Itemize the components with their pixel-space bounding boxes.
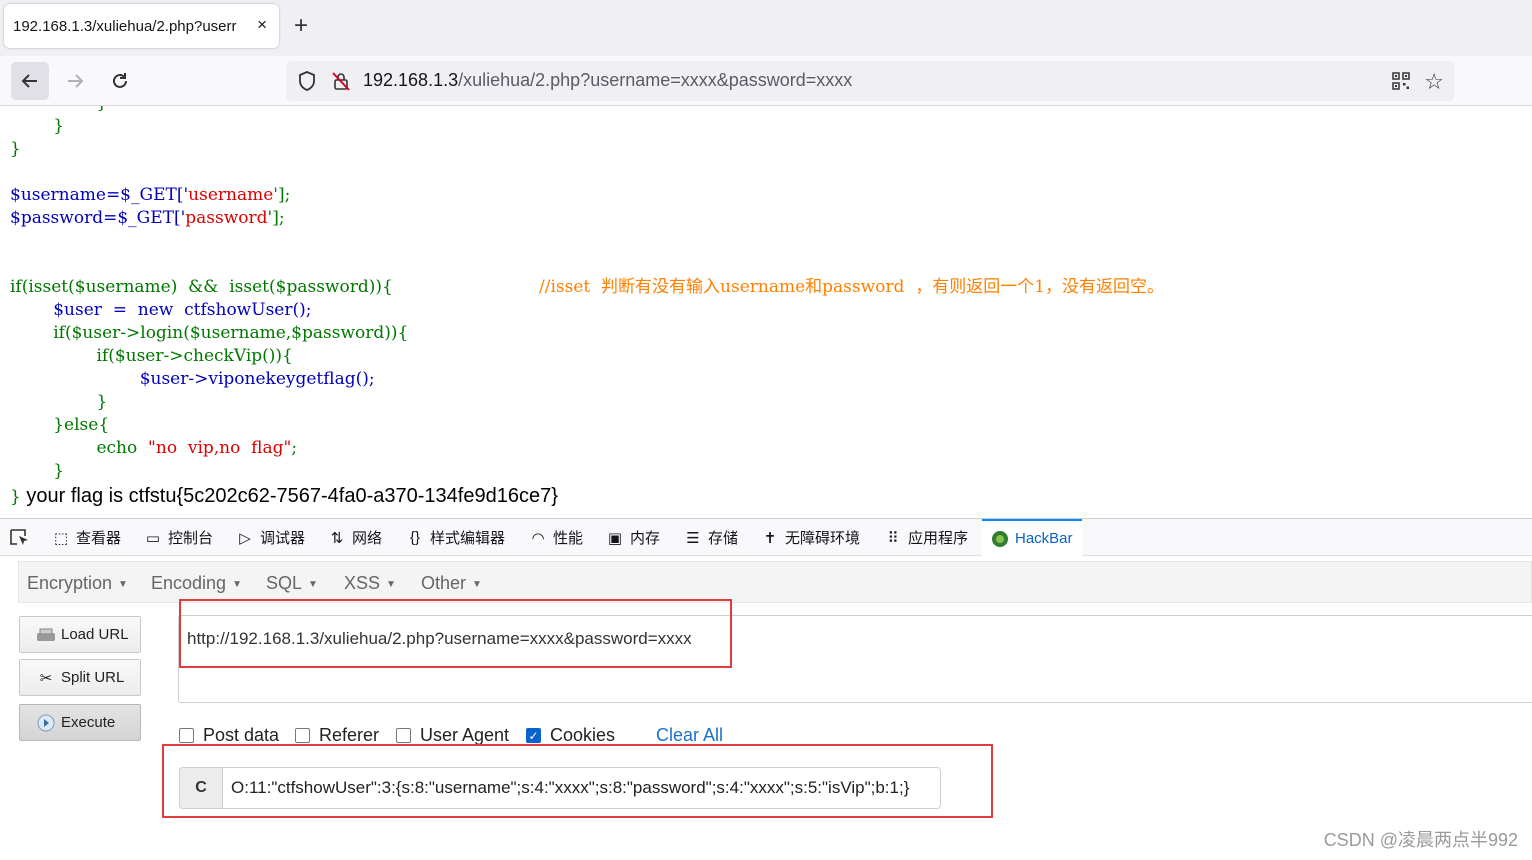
code-line: }	[10, 106, 107, 115]
hackbar-menu: Encryption ▼ Encoding ▼ SQL ▼ XSS ▼ Other ▼	[18, 561, 1532, 603]
tab-application[interactable]: ⠿ 应用程序	[884, 519, 969, 556]
devtools-toolbar: ⬚ 查看器 ▭ 控制台 ▷ 调试器 ⇅ 网络 {} 样式编辑器 ◠ 性能 ▣ 内存 ☰ 存储 ✝…	[0, 519, 1532, 556]
caret-down-icon: ▼	[386, 578, 396, 590]
post-data-checkbox[interactable]: Post data	[179, 725, 279, 746]
forward-button[interactable]	[56, 62, 94, 100]
element-picker-icon	[10, 528, 28, 545]
caret-down-icon: ▼	[472, 578, 482, 590]
user-agent-checkbox[interactable]: User Agent	[396, 725, 509, 746]
braces-icon: {}	[409, 529, 421, 546]
element-picker-button[interactable]	[9, 519, 31, 556]
clear-all-link[interactable]: Clear All	[656, 725, 723, 746]
tab-network[interactable]: ⇅ 网络	[328, 519, 382, 556]
menu-sql[interactable]: SQL ▼	[266, 573, 318, 594]
network-icon: ⇅	[330, 529, 344, 547]
flag-output: } your flag is ctfstu{5c202c62-7567-4fa0…	[10, 485, 558, 508]
code-line: $user = new ctfshowUser();	[10, 300, 312, 320]
address-bar[interactable]: 192.168.1.3/xuliehua/2.php?username=xxxx…	[286, 61, 1454, 101]
code-line: echo "no vip,no flag";	[10, 438, 298, 458]
devtools-panel: ⬚ 查看器 ▭ 控制台 ▷ 调试器 ⇅ 网络 {} 样式编辑器 ◠ 性能 ▣ 内存 ☰ 存储 ✝…	[0, 518, 1532, 860]
tab-memory[interactable]: ▣ 内存	[606, 519, 660, 556]
checkmark-icon: ✓	[526, 728, 541, 743]
memory-chip-icon: ▣	[607, 529, 623, 547]
code-line: if(isset($username) && isset($password))…	[10, 277, 393, 297]
tab-debugger[interactable]: ▷ 调试器	[236, 519, 305, 556]
code-line: }	[10, 139, 21, 159]
code-line: $user->viponekeygetflag();	[10, 369, 375, 389]
menu-xss[interactable]: XSS ▼	[344, 573, 396, 594]
grid-apps-icon: ⠿	[887, 529, 899, 547]
gauge-icon: ◠	[531, 529, 545, 547]
arrow-right-icon	[68, 74, 84, 88]
execute-button[interactable]: Execute	[19, 704, 141, 741]
play-icon	[36, 713, 56, 733]
code-line: }	[10, 116, 65, 136]
inspector-icon: ⬚	[53, 529, 69, 547]
referer-checkbox[interactable]: Referer	[295, 725, 379, 746]
menu-encryption[interactable]: Encryption ▼	[27, 573, 128, 594]
new-tab-button[interactable]: +	[294, 12, 308, 40]
tab-inspector[interactable]: ⬚ 查看器	[52, 519, 121, 556]
caret-down-icon: ▼	[232, 578, 242, 590]
tab-accessibility[interactable]: ✝ 无障碍环境	[761, 519, 860, 556]
navigation-bar: 192.168.1.3/xuliehua/2.php?username=xxxx…	[0, 56, 1532, 106]
tab-title: 192.168.1.3/xuliehua/2.php?userr	[13, 17, 237, 35]
reload-button[interactable]	[101, 62, 139, 100]
code-line: }else{	[10, 415, 110, 435]
code-line: }	[10, 487, 21, 507]
tab-console[interactable]: ▭ 控制台	[144, 519, 213, 556]
close-tab-icon[interactable]: ×	[257, 15, 267, 35]
url-path: /xuliehua/2.php?username=xxxx&password=x…	[458, 70, 853, 90]
shield-icon[interactable]	[298, 71, 316, 91]
caret-down-icon: ▼	[118, 578, 128, 590]
cookies-checkbox[interactable]: ✓ Cookies	[526, 725, 615, 746]
code-line: if($user->checkVip()){	[10, 346, 293, 366]
back-button[interactable]	[11, 62, 49, 100]
highlight-box	[179, 599, 732, 668]
scissors-icon: ✂	[39, 669, 53, 687]
console-icon: ▭	[145, 529, 161, 547]
tab-performance[interactable]: ◠ 性能	[529, 519, 583, 556]
code-line: if($user->login($username,$password)){	[10, 323, 409, 343]
url-text[interactable]: 192.168.1.3/xuliehua/2.php?username=xxxx…	[363, 70, 852, 91]
code-line: $username=$_GET['username'];	[10, 185, 291, 205]
caret-down-icon: ▼	[308, 578, 318, 590]
insecure-lock-icon[interactable]	[332, 71, 350, 91]
php-source-code: } } } $username=$_GET['username']; $pass…	[10, 106, 1530, 518]
bookmark-star-icon[interactable]: ☆	[1424, 69, 1444, 95]
split-url-button[interactable]: ✂ Split URL	[19, 659, 141, 696]
watermark: CSDN @凌晨两点半992	[1323, 830, 1518, 850]
code-comment: //isset 判断有没有输入username和password ，有则返回一个…	[539, 277, 1165, 297]
code-line: }	[10, 392, 108, 412]
load-url-icon	[36, 625, 56, 645]
highlight-box	[162, 744, 993, 818]
storage-icon: ☰	[686, 529, 700, 547]
hackbar-logo-icon	[991, 530, 1009, 548]
menu-encoding[interactable]: Encoding ▼	[151, 573, 242, 594]
code-line: }	[10, 461, 65, 481]
arrow-left-icon	[21, 74, 37, 88]
tab-hackbar[interactable]: HackBar	[982, 519, 1082, 556]
load-url-button[interactable]: Load URL	[19, 616, 141, 653]
qr-code-icon[interactable]	[1392, 72, 1410, 90]
flag-text: your flag is ctfstu{5c202c62-7567-4fa0-a…	[20, 485, 558, 507]
browser-tab[interactable]: 192.168.1.3/xuliehua/2.php?userr ×	[4, 4, 279, 48]
menu-other[interactable]: Other ▼	[421, 573, 482, 594]
tab-strip: 192.168.1.3/xuliehua/2.php?userr × +	[0, 0, 1532, 56]
code-line: $password=$_GET['password'];	[10, 208, 285, 228]
accessibility-icon: ✝	[763, 529, 777, 547]
url-host: 192.168.1.3	[363, 70, 459, 90]
debugger-icon: ▷	[239, 529, 251, 547]
tab-storage[interactable]: ☰ 存储	[684, 519, 738, 556]
tab-style-editor[interactable]: {} 样式编辑器	[406, 519, 505, 556]
reload-icon	[113, 73, 127, 88]
